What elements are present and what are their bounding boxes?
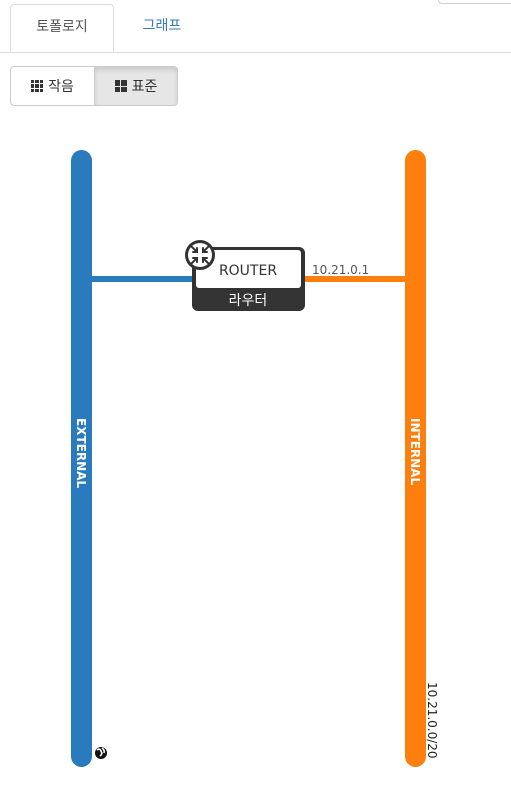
network-external-label: EXTERNAL [74,418,88,488]
globe-icon [95,747,107,759]
network-internal-cidr: 10.21.0.0/20 [425,682,439,759]
network-external[interactable]: EXTERNAL [71,150,92,767]
network-internal[interactable]: INTERNAL [405,150,426,767]
network-internal-label: INTERNAL [408,418,422,485]
topology-canvas: EXTERNAL INTERNAL 10.21.0.0/20 ROUTER 라우… [71,150,439,767]
router-port-ip: 10.21.0.1 [312,263,369,277]
router-name: ROUTER [219,263,277,279]
router-icon [185,240,215,270]
router-type-label: 라우터 [229,293,268,309]
